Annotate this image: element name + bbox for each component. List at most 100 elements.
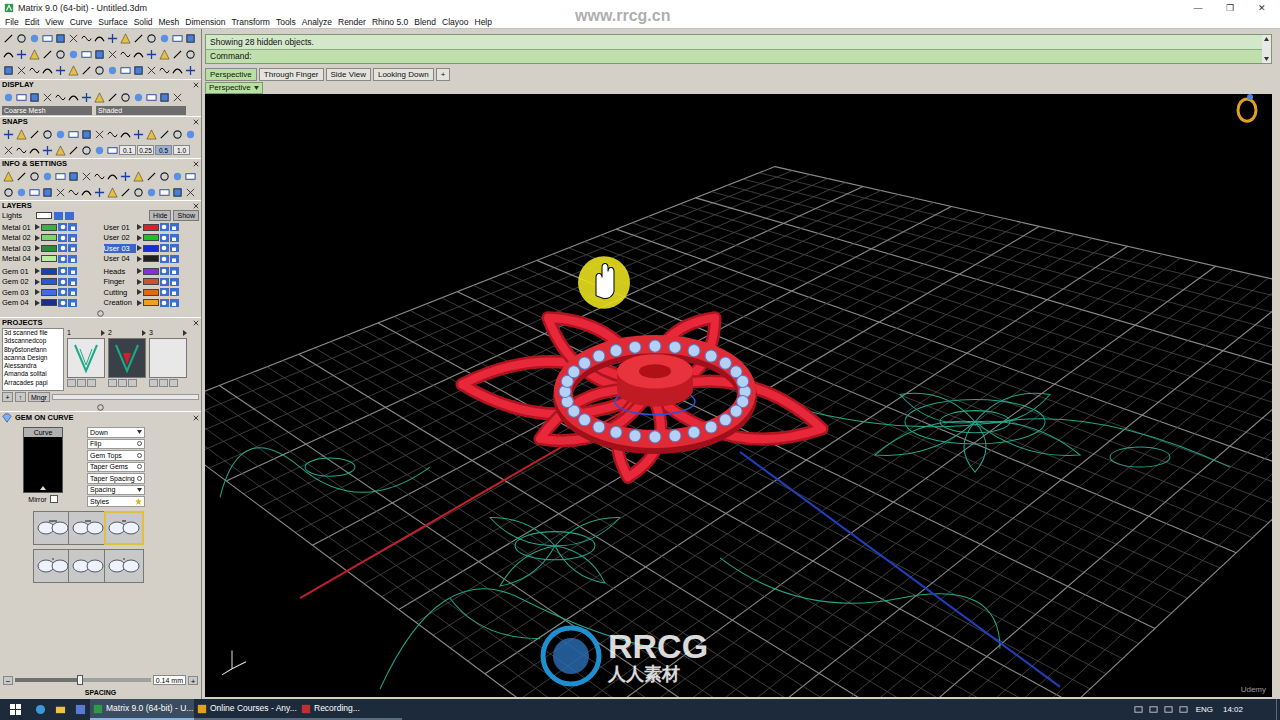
slider-knob[interactable] [77, 675, 83, 685]
tool-button[interactable] [158, 64, 170, 76]
tool-button[interactable] [15, 91, 27, 103]
mesh-dropdown[interactable]: Coarse Mesh [2, 106, 92, 115]
tool-button[interactable] [93, 32, 105, 44]
tool-button[interactable] [2, 144, 14, 156]
thumb-button[interactable] [169, 379, 178, 387]
tool-button[interactable] [2, 170, 14, 182]
visibility-toggle[interactable] [160, 234, 169, 242]
lock-toggle[interactable] [68, 234, 77, 242]
lock-toggle[interactable] [68, 267, 77, 275]
tool-button[interactable] [119, 186, 131, 198]
pinned-app[interactable] [70, 699, 90, 720]
option-row[interactable]: Down [87, 427, 145, 438]
style-button[interactable] [68, 549, 108, 583]
tool-button[interactable] [67, 128, 79, 140]
layer-color[interactable] [143, 245, 159, 252]
visibility-toggle[interactable] [58, 278, 67, 286]
project-thumb[interactable]: 1 [67, 328, 105, 391]
tool-button[interactable] [54, 144, 66, 156]
menu-item[interactable]: Curve [67, 18, 96, 27]
thumb-image[interactable] [149, 338, 187, 378]
tool-button[interactable] [15, 144, 27, 156]
tool-button[interactable] [2, 32, 14, 44]
layer-row[interactable]: Gem 04 [2, 298, 98, 309]
tool-button[interactable] [2, 48, 14, 60]
tool-button[interactable] [28, 91, 40, 103]
tool-button[interactable] [171, 32, 183, 44]
tool-button[interactable] [158, 48, 170, 60]
project-item[interactable]: acanna Design [3, 354, 63, 362]
tool-button[interactable] [67, 144, 79, 156]
visibility-toggle[interactable] [58, 288, 67, 296]
lock-toggle[interactable] [68, 288, 77, 296]
thumb-button[interactable] [67, 379, 76, 387]
tool-button[interactable] [28, 128, 40, 140]
menu-item[interactable]: Rhino 5.0 [369, 18, 411, 27]
start-button[interactable] [0, 699, 30, 720]
tool-button[interactable] [15, 170, 27, 182]
style-button[interactable] [33, 549, 73, 583]
menu-item[interactable]: Transform [228, 18, 272, 27]
layer-name[interactable]: User 01 [104, 223, 136, 232]
thumb-button[interactable] [128, 379, 137, 387]
lock-toggle[interactable] [170, 299, 179, 307]
tool-button[interactable] [93, 144, 105, 156]
layer-color[interactable] [41, 245, 57, 252]
lights-toggle[interactable] [65, 212, 74, 220]
tool-button[interactable] [93, 48, 105, 60]
layer-name[interactable]: Gem 02 [2, 277, 34, 286]
visibility-toggle[interactable] [160, 278, 169, 286]
tool-button[interactable] [54, 64, 66, 76]
tool-button[interactable] [28, 186, 40, 198]
tool-button[interactable] [106, 64, 118, 76]
project-scrollbar[interactable] [52, 394, 199, 400]
panel-divider[interactable] [0, 309, 201, 317]
layer-row[interactable]: Creation [104, 298, 200, 309]
tool-button[interactable] [119, 128, 131, 140]
tool-button[interactable] [145, 48, 157, 60]
language-indicator[interactable]: ENG [1191, 706, 1218, 714]
layer-name[interactable]: Gem 04 [2, 298, 34, 307]
menu-item[interactable]: View [42, 18, 66, 27]
tool-button[interactable] [67, 170, 79, 182]
layer-row[interactable]: User 03 [104, 243, 200, 254]
tool-button[interactable] [15, 32, 27, 44]
visibility-toggle[interactable] [160, 288, 169, 296]
tool-button[interactable] [119, 170, 131, 182]
viewport-tab[interactable]: Perspective [205, 68, 257, 81]
tool-button[interactable] [41, 91, 53, 103]
project-button[interactable]: Mngr [28, 392, 50, 402]
viewport-menu[interactable]: Perspective [205, 82, 263, 94]
visibility-toggle[interactable] [160, 299, 169, 307]
visibility-toggle[interactable] [160, 255, 169, 263]
command-scrollbar[interactable] [1262, 35, 1271, 63]
layer-row[interactable]: Metal 01 [2, 222, 98, 233]
layer-row[interactable]: Cutting [104, 287, 200, 298]
tool-button[interactable] [184, 48, 196, 60]
curve-preview[interactable]: Curve [23, 427, 63, 493]
project-item[interactable]: Arracades papi [3, 379, 63, 387]
tool-button[interactable] [2, 186, 14, 198]
tool-button[interactable] [184, 32, 196, 44]
tool-button[interactable] [158, 186, 170, 198]
viewport-tab[interactable]: Looking Down [373, 68, 434, 81]
panel-divider[interactable] [0, 403, 201, 411]
tool-button[interactable] [15, 186, 27, 198]
visibility-toggle[interactable] [58, 255, 67, 263]
tool-button[interactable] [106, 144, 118, 156]
style-button[interactable] [33, 511, 73, 545]
window-control[interactable]: ✕ [1248, 4, 1276, 13]
project-thumb[interactable]: 2 [108, 328, 146, 391]
layer-color[interactable] [41, 255, 57, 262]
tool-button[interactable] [171, 48, 183, 60]
layer-color[interactable] [41, 278, 57, 285]
slider-track[interactable] [15, 678, 151, 682]
layer-row[interactable]: Gem 03 [2, 287, 98, 298]
tool-button[interactable] [15, 64, 27, 76]
tool-button[interactable] [184, 186, 196, 198]
layer-row[interactable]: Metal 04 [2, 254, 98, 265]
mirror-checkbox[interactable] [50, 495, 58, 503]
option-row[interactable]: Taper Gems [87, 462, 145, 473]
lock-toggle[interactable] [170, 223, 179, 231]
minus-button[interactable]: − [3, 676, 13, 685]
